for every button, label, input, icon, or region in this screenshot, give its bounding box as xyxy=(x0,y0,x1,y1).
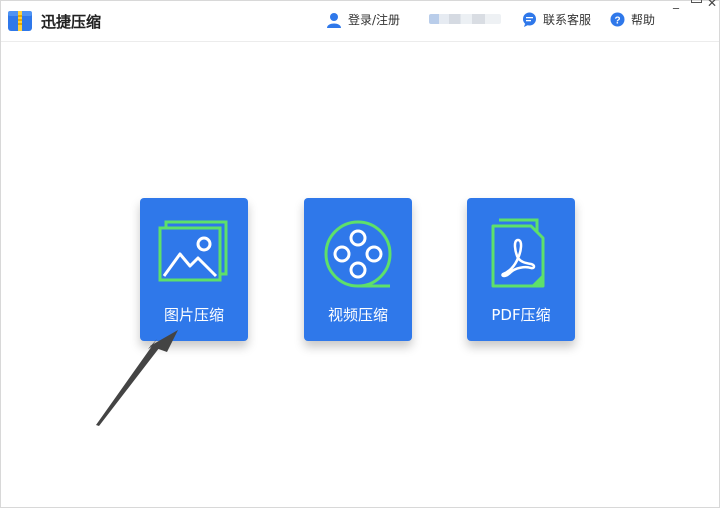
app-window: 迅捷压缩 登录/注册 联系客服 ? 帮助 _ ✕ 图片压缩 视频压缩 PDF压缩 xyxy=(0,0,720,508)
help-button[interactable]: ? 帮助 xyxy=(610,11,655,28)
contact-service-label: 联系客服 xyxy=(543,13,592,27)
minimize-button[interactable]: _ xyxy=(673,0,679,8)
redacted-username xyxy=(429,14,501,24)
video-compress-tile[interactable]: 视频压缩 xyxy=(304,198,412,341)
svg-text:?: ? xyxy=(614,16,620,27)
maximize-button[interactable] xyxy=(691,0,702,3)
login-register-label: 登录/注册 xyxy=(348,13,401,27)
user-icon xyxy=(327,12,341,28)
pdf-compress-tile[interactable]: PDF压缩 xyxy=(467,198,575,341)
title-bar: 迅捷压缩 登录/注册 联系客服 ? 帮助 _ ✕ xyxy=(1,0,719,42)
app-logo-icon xyxy=(8,11,32,31)
close-button[interactable]: ✕ xyxy=(707,0,717,9)
contact-service-button[interactable]: 联系客服 xyxy=(522,11,591,28)
question-icon: ? xyxy=(610,12,625,27)
image-compress-label: 图片压缩 xyxy=(163,306,224,324)
pdf-icon xyxy=(491,218,545,288)
login-register-button[interactable]: 登录/注册 xyxy=(326,11,400,28)
chat-bubble-icon xyxy=(523,12,536,27)
app-title: 迅捷压缩 xyxy=(41,13,102,31)
pdf-compress-label: PDF压缩 xyxy=(491,306,551,324)
video-compress-label: 视频压缩 xyxy=(327,306,388,324)
image-compress-tile[interactable]: 图片压缩 xyxy=(140,198,248,341)
image-icon xyxy=(158,220,228,282)
film-reel-icon xyxy=(324,220,392,288)
help-label: 帮助 xyxy=(631,13,656,27)
